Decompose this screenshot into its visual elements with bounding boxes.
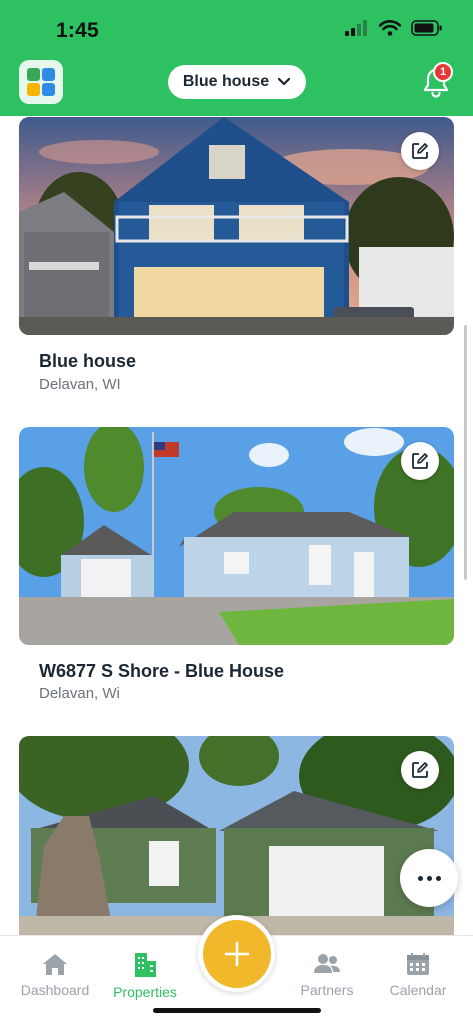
nav-partners[interactable]: Partners bbox=[280, 952, 374, 998]
home-icon bbox=[43, 954, 67, 975]
app-header: 1:45 Blue house 1 bbox=[0, 0, 473, 116]
edit-property-button[interactable] bbox=[401, 751, 439, 789]
more-dot bbox=[435, 875, 441, 881]
edit-icon bbox=[412, 762, 428, 778]
add-button[interactable] bbox=[198, 915, 275, 992]
property-name: W6877 S Shore - Blue House bbox=[39, 661, 285, 681]
edit-property-button[interactable] bbox=[401, 132, 439, 170]
nav-label: Partners bbox=[300, 982, 354, 998]
wifi-icon bbox=[379, 20, 401, 36]
chevron-down-icon bbox=[278, 77, 291, 86]
property-selector[interactable]: Blue house bbox=[168, 65, 306, 99]
scrollbar[interactable] bbox=[464, 325, 467, 580]
building-icon bbox=[135, 953, 156, 977]
more-options-button[interactable] bbox=[400, 849, 458, 907]
cellular-signal-icon bbox=[345, 20, 367, 36]
home-indicator[interactable] bbox=[153, 1008, 321, 1013]
more-dot bbox=[426, 875, 432, 881]
add-button-circle bbox=[202, 919, 271, 988]
nav-label: Calendar bbox=[389, 982, 447, 998]
screen: 1:45 Blue house 1 Blue house Delavan, WI… bbox=[0, 0, 473, 1024]
property-card[interactable]: W6877 S Shore - Blue House Delavan, Wi bbox=[19, 427, 454, 702]
calendar-icon bbox=[407, 953, 429, 975]
property-name: Blue house bbox=[39, 351, 137, 371]
nav-label: Dashboard bbox=[20, 982, 90, 998]
logo-tile bbox=[42, 68, 55, 81]
more-dot bbox=[417, 875, 423, 881]
people-icon bbox=[314, 954, 340, 973]
battery-icon bbox=[411, 20, 442, 36]
logo-tile bbox=[42, 83, 55, 96]
status-icons bbox=[345, 20, 443, 36]
nav-label: Properties bbox=[113, 984, 177, 1000]
logo-tile bbox=[27, 68, 40, 81]
property-photo bbox=[19, 117, 454, 335]
nav-calendar[interactable]: Calendar bbox=[371, 952, 465, 998]
property-selector-label: Blue house bbox=[182, 73, 270, 90]
edit-icon bbox=[412, 453, 428, 469]
app-logo[interactable] bbox=[19, 60, 63, 104]
nav-dashboard[interactable]: Dashboard bbox=[8, 952, 102, 998]
property-card[interactable]: Blue house Delavan, WI bbox=[19, 117, 454, 393]
plus-icon bbox=[224, 941, 249, 966]
property-location: Delavan, Wi bbox=[39, 685, 120, 702]
property-photo bbox=[19, 736, 454, 936]
property-card[interactable] bbox=[19, 736, 454, 936]
edit-property-button[interactable] bbox=[401, 442, 439, 480]
property-location: Delavan, WI bbox=[39, 376, 121, 393]
nav-properties[interactable]: Properties bbox=[98, 952, 192, 1000]
logo-tile bbox=[27, 83, 40, 96]
status-time: 1:45 bbox=[56, 19, 99, 42]
property-photo bbox=[19, 427, 454, 645]
notification-badge: 1 bbox=[433, 62, 453, 82]
edit-icon bbox=[412, 143, 428, 159]
